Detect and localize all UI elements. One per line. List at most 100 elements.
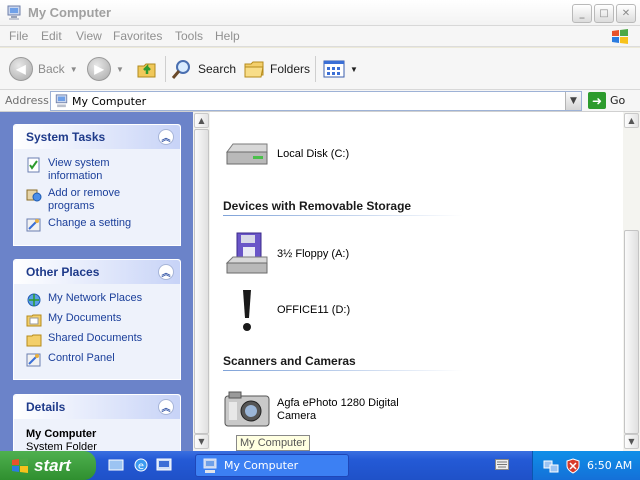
scroll-down-icon[interactable]: ▼ (194, 434, 209, 449)
scroll-thumb[interactable] (194, 129, 209, 434)
menu-file[interactable]: File (9, 29, 28, 43)
forward-dropdown-icon[interactable]: ▼ (116, 65, 124, 74)
place-shared-documents[interactable]: Shared Documents (26, 332, 142, 348)
place-label: Shared Documents (48, 332, 143, 344)
windows-logo-icon (12, 457, 28, 473)
device-label: Agfa ePhoto 1280 Digital Camera (277, 397, 399, 422)
up-folder-button[interactable] (136, 55, 158, 83)
group-divider (223, 215, 463, 216)
device-agfa-camera[interactable]: Agfa ePhoto 1280 Digital Camera (223, 388, 407, 432)
other-places-header[interactable]: Other Places ︽ (14, 260, 180, 284)
views-icon (323, 60, 345, 78)
close-button[interactable]: ✕ (616, 4, 636, 23)
taskbar-my-computer-button[interactable]: My Computer (195, 454, 349, 477)
network-places-icon (27, 293, 41, 307)
security-shield-icon[interactable] (565, 457, 581, 474)
address-field[interactable]: My Computer ▼ (50, 91, 582, 111)
collapse-chevron-icon[interactable]: ︽ (158, 129, 174, 145)
go-button[interactable]: ➜ Go (588, 92, 625, 109)
tooltip: My Computer (236, 435, 311, 451)
group-divider (223, 370, 463, 371)
control-panel-icon (26, 218, 41, 232)
toolbar: ◀ Back ▼ ▶ ▼ Search Folders ▼ (0, 48, 640, 90)
task-pane: System Tasks ︽ View system information A… (0, 112, 193, 451)
system-tasks-header[interactable]: System Tasks ︽ (14, 125, 180, 149)
folders-button[interactable]: Folders (243, 55, 310, 83)
system-info-icon (27, 157, 40, 173)
place-control-panel[interactable]: Control Panel (26, 352, 115, 368)
place-my-documents[interactable]: My Documents (26, 312, 121, 328)
menu-favorites[interactable]: Favorites (113, 29, 162, 43)
toolbar-separator (315, 56, 316, 82)
task-view-system-information[interactable]: View system information (26, 157, 144, 183)
window-title: My Computer (28, 5, 112, 20)
drive-local-disk-c[interactable]: Local Disk (C:) (223, 138, 349, 170)
scroll-down-icon[interactable]: ▼ (624, 434, 639, 449)
address-value: My Computer (72, 95, 147, 108)
minimize-icon: _ (579, 8, 585, 19)
place-label: My Documents (48, 312, 122, 324)
details-panel: Details ︽ My Computer System Folder (13, 394, 181, 451)
floppy-drive-icon (225, 232, 268, 274)
hard-disk-icon (226, 143, 268, 165)
views-dropdown-icon: ▼ (350, 64, 358, 74)
add-remove-programs-icon (26, 189, 42, 202)
drive-label: Local Disk (C:) (277, 147, 350, 160)
task-change-setting[interactable]: Change a setting (26, 217, 144, 233)
shared-documents-icon (26, 334, 42, 347)
clock: 6:50 AM (587, 459, 633, 472)
my-documents-icon (26, 314, 42, 327)
chevron-down-icon: ▼ (570, 96, 577, 106)
start-label: start (34, 455, 71, 475)
address-bar: Address My Computer ▼ ➜ Go (0, 90, 640, 112)
forward-arrow-icon: ▶ (87, 57, 111, 81)
back-arrow-icon: ◀ (9, 57, 33, 81)
keyboard-language-icon[interactable] (495, 459, 509, 470)
place-my-network-places[interactable]: My Network Places (26, 292, 142, 308)
collapse-chevron-icon[interactable]: ︽ (158, 399, 174, 415)
windows-explorer-icon[interactable] (156, 457, 172, 473)
my-computer-icon (203, 458, 217, 473)
minimize-button[interactable]: _ (572, 4, 592, 23)
forward-button[interactable]: ▶ ▼ (87, 55, 124, 83)
show-desktop-icon[interactable] (108, 457, 124, 473)
collapse-chevron-icon[interactable]: ︽ (158, 264, 174, 280)
menu-view[interactable]: View (76, 29, 102, 43)
control-panel-icon (26, 353, 41, 367)
menu-tools[interactable]: Tools (175, 29, 203, 43)
details-item-name: My Computer (26, 428, 97, 440)
task-add-remove-programs[interactable]: Add or remove programs (26, 187, 144, 213)
drive-floppy-a[interactable]: 3½ Floppy (A:) (223, 231, 349, 277)
toolbar-separator (165, 56, 166, 82)
internet-explorer-icon[interactable]: e (133, 457, 149, 473)
svg-text:e: e (138, 461, 144, 472)
network-tray-icon[interactable] (543, 458, 559, 474)
camera-icon (224, 391, 270, 427)
search-button[interactable]: Search (171, 55, 236, 83)
title-bar: My Computer _ □ ✕ (0, 0, 640, 26)
place-label: My Network Places (48, 292, 143, 304)
task-label: Add or remove programs (48, 187, 121, 212)
back-dropdown-icon[interactable]: ▼ (70, 65, 78, 74)
details-title: Details (26, 400, 66, 414)
scanners-cameras-heading: Scanners and Cameras (223, 354, 356, 368)
system-tray: 6:50 AM (532, 451, 640, 480)
back-button[interactable]: ◀ Back ▼ (9, 55, 78, 83)
start-button[interactable]: start (0, 451, 96, 480)
address-dropdown-button[interactable]: ▼ (565, 92, 581, 110)
menu-help[interactable]: Help (215, 29, 240, 43)
main-scrollbar[interactable]: ▲ ▼ (623, 112, 640, 451)
views-button[interactable]: ▼ (323, 55, 358, 83)
maximize-button[interactable]: □ (594, 4, 614, 23)
maximize-icon: □ (599, 8, 609, 19)
close-icon: ✕ (621, 8, 631, 19)
scroll-up-icon[interactable]: ▲ (624, 113, 639, 128)
drive-label: 3½ Floppy (A:) (277, 247, 350, 260)
menu-edit[interactable]: Edit (41, 29, 62, 43)
details-header[interactable]: Details ︽ (14, 395, 180, 419)
scroll-up-icon[interactable]: ▲ (194, 113, 209, 128)
scroll-thumb[interactable] (624, 230, 639, 434)
content-pane: ▲ ▼ Local Disk (C:) Devices with Removab… (193, 112, 640, 451)
drive-office11-d[interactable]: OFFICE11 (D:) (223, 286, 350, 334)
inner-scrollbar[interactable]: ▲ ▼ (193, 112, 210, 451)
